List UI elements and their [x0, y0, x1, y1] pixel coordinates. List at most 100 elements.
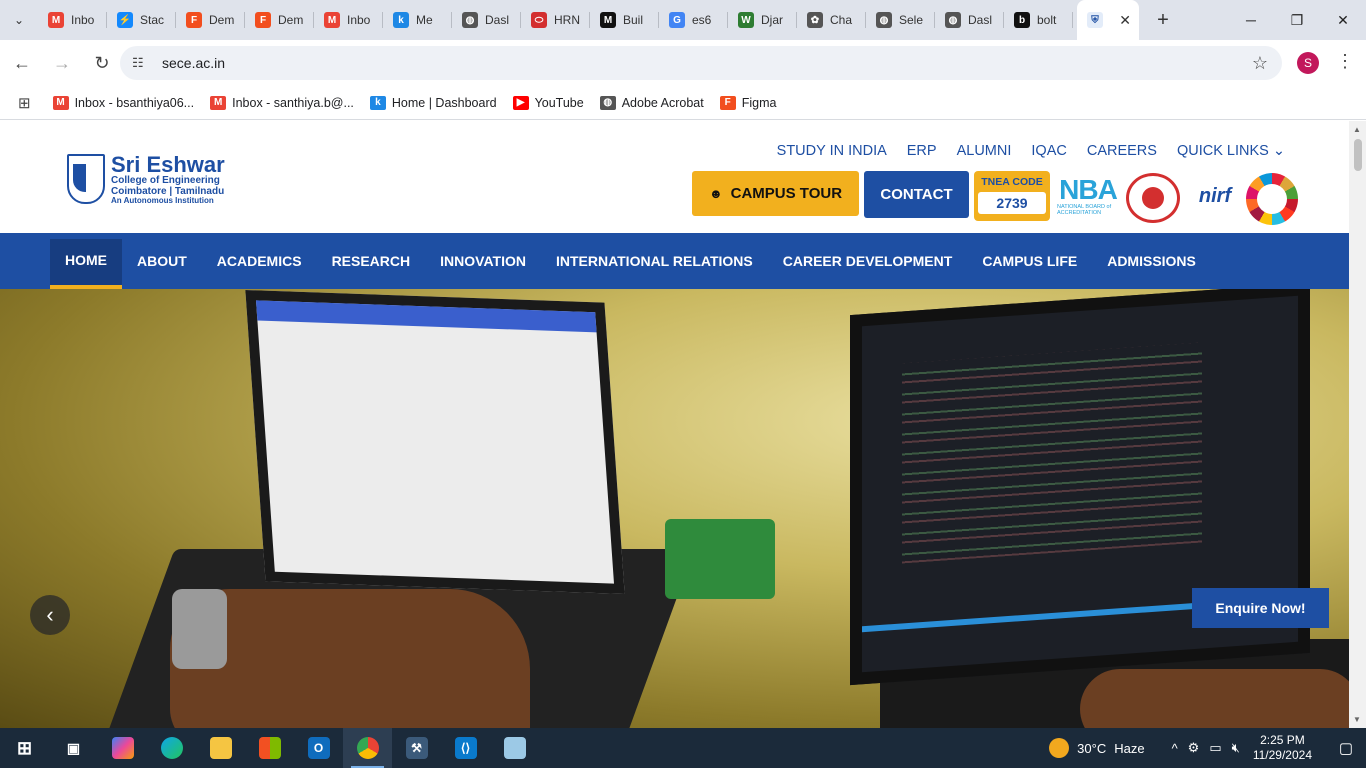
windows-taskbar: ⊞ ▣ O ⚒ ⟨⟩ 30°C Haze ^ ⚙ ▭ 🔇︎ 2:25 PM 11… [0, 728, 1366, 768]
nav-admissions[interactable]: ADMISSIONS [1092, 233, 1211, 289]
tab-search-icon[interactable]: ⌄ [0, 0, 38, 40]
browser-tab[interactable]: b bolt [1004, 0, 1073, 40]
browser-tab[interactable]: k Me [383, 0, 452, 40]
nav-about[interactable]: ABOUT [122, 233, 202, 289]
contact-button[interactable]: CONTACT [864, 171, 969, 218]
close-tab-icon[interactable]: ✕ [1119, 12, 1131, 29]
tab-label: Me [416, 13, 433, 27]
nav-academics[interactable]: ACADEMICS [202, 233, 317, 289]
browser-menu-icon[interactable]: ⋮ [1336, 51, 1354, 72]
browser-tab[interactable]: M Inbo [38, 0, 107, 40]
logo-tagline: An Autonomous Institution [111, 196, 214, 206]
scroll-down-icon[interactable]: ▼ [1353, 715, 1361, 724]
scroll-up-icon[interactable]: ▲ [1353, 125, 1361, 134]
minimize-button[interactable]: ─ [1228, 0, 1274, 40]
tab-label: Dasl [968, 13, 993, 27]
network-icon[interactable]: ▭ [1209, 740, 1221, 756]
hardware-icon[interactable]: ⚙ [1188, 740, 1200, 756]
browser-tab[interactable]: W Djar [728, 0, 797, 40]
enquire-now-button[interactable]: Enquire Now! [1192, 588, 1329, 628]
browser-tab[interactable]: F Dem [245, 0, 314, 40]
nba-logo-subtext: NATIONAL BOARD of ACCREDITATION [1057, 204, 1112, 216]
browser-tab[interactable]: ◍ Dasl [452, 0, 521, 40]
bookmark-item[interactable]: k Home | Dashboard [369, 95, 497, 110]
app-button[interactable] [490, 728, 539, 768]
forward-button[interactable]: → [44, 45, 80, 81]
ssms-button[interactable]: ⚒ [392, 728, 441, 768]
nav-career-development[interactable]: CAREER DEVELOPMENT [768, 233, 968, 289]
notifications-icon[interactable]: ▢ [1326, 739, 1366, 757]
url-text[interactable]: sece.ac.in [162, 55, 225, 71]
main-navigation: HOME ABOUT ACADEMICS RESEARCH INNOVATION… [0, 233, 1349, 289]
link-quick-links[interactable]: QUICK LINKS ⌄ [1177, 143, 1285, 159]
bookmark-item[interactable]: M Inbox - bsanthiya06... [52, 95, 194, 110]
browser-tab[interactable]: ⚡ Stac [107, 0, 176, 40]
outlook-button[interactable]: O [294, 728, 343, 768]
browser-tab[interactable]: ◍ Dasl [935, 0, 1004, 40]
bookmark-item[interactable]: F Figma [719, 95, 777, 110]
file-explorer-button[interactable] [196, 728, 245, 768]
nav-innovation[interactable]: INNOVATION [425, 233, 541, 289]
link-study-in-india[interactable]: STUDY IN INDIA [777, 143, 887, 159]
k-icon: k [369, 95, 386, 110]
browser-tab[interactable]: ◍ Sele [866, 0, 935, 40]
browser-tab[interactable]: ⬭ HRN [521, 0, 590, 40]
sece-favicon-icon: ⛨ [1087, 12, 1103, 28]
browser-tab[interactable]: ✿ Cha [797, 0, 866, 40]
site-info-icon[interactable]: ☷ [132, 55, 148, 71]
nav-research[interactable]: RESEARCH [317, 233, 426, 289]
slider-prev-button[interactable]: ‹ [30, 595, 70, 635]
chrome-button[interactable] [343, 728, 392, 768]
vscode-button[interactable]: ⟨⟩ [441, 728, 490, 768]
link-alumni[interactable]: ALUMNI [957, 143, 1012, 159]
reload-button[interactable]: ↻ [84, 45, 120, 81]
hand-right [1080, 669, 1349, 728]
tab-label: Cha [830, 13, 853, 27]
task-view-button[interactable]: ▣ [49, 728, 98, 768]
link-iqac[interactable]: IQAC [1031, 143, 1066, 159]
campus-tour-button[interactable]: ☻ CAMPUS TOUR [692, 171, 859, 216]
weather-widget[interactable]: 30°C Haze [1049, 738, 1145, 758]
browser-tab[interactable]: M Inbo [314, 0, 383, 40]
gmail-icon: M [210, 95, 227, 110]
clock[interactable]: 2:25 PM 11/29/2024 [1253, 733, 1312, 763]
nav-home[interactable]: HOME [50, 239, 122, 289]
profile-avatar[interactable]: S [1297, 52, 1319, 74]
nirf-logo: nirf [1198, 184, 1232, 207]
bookmark-star-icon[interactable]: ☆ [1252, 53, 1268, 74]
link-erp[interactable]: ERP [907, 143, 937, 159]
link-careers[interactable]: CAREERS [1087, 143, 1157, 159]
restore-button[interactable]: ❐ [1274, 0, 1320, 40]
app-icon [503, 737, 526, 759]
volume-muted-icon[interactable]: 🔇︎ [1232, 740, 1240, 756]
apps-grid-icon[interactable]: ⊞ [18, 94, 31, 112]
nav-campus-life[interactable]: CAMPUS LIFE [967, 233, 1092, 289]
edge-button[interactable] [147, 728, 196, 768]
windows-logo-icon: ⊞ [16, 737, 33, 758]
back-button[interactable]: ← [4, 45, 40, 81]
start-button[interactable]: ⊞ [0, 728, 49, 768]
scrollbar-thumb[interactable] [1354, 139, 1362, 171]
store-button[interactable] [245, 728, 294, 768]
weather-desc: Haze [1114, 740, 1145, 756]
browser-tab[interactable]: Ges6 [659, 0, 728, 40]
tab-active[interactable]: ⛨ ✕ [1077, 0, 1139, 40]
chevron-up-icon[interactable]: ^ [1172, 741, 1178, 756]
new-tab-button[interactable]: + [1145, 0, 1181, 40]
close-window-button[interactable]: ✕ [1320, 0, 1366, 40]
copilot-button[interactable] [98, 728, 147, 768]
bookmark-item[interactable]: ▶ YouTube [512, 95, 584, 110]
page-scrollbar[interactable]: ▲ ▼ [1349, 121, 1366, 728]
oracle-icon: ⬭ [531, 12, 547, 28]
address-bar[interactable]: ☷ sece.ac.in ☆ [120, 46, 1282, 80]
tnea-code: 2739 [978, 192, 1046, 214]
bookmark-item[interactable]: M Inbox - santhiya.b@... [210, 95, 354, 110]
browser-tab[interactable]: F Dem [176, 0, 245, 40]
bookmark-item[interactable]: ◍ Adobe Acrobat [599, 95, 704, 110]
tab-label: Dem [278, 13, 304, 27]
bookmark-label: Figma [741, 95, 777, 110]
store-icon [258, 737, 281, 759]
college-logo[interactable]: Sri Eshwar College of Engineering Coimba… [67, 153, 225, 205]
nav-international-relations[interactable]: INTERNATIONAL RELATIONS [541, 233, 768, 289]
browser-tab[interactable]: M Buil [590, 0, 659, 40]
